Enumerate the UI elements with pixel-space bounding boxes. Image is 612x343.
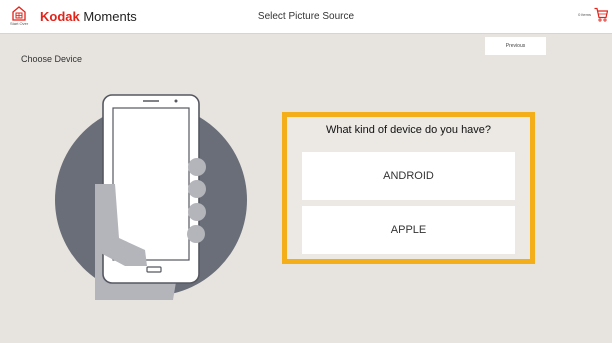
finger-1 (188, 158, 206, 176)
device-question: What kind of device do you have? (325, 124, 492, 136)
cart-icon (594, 7, 608, 22)
top-bar: Start Over Kodak Moments Select Picture … (0, 0, 612, 34)
page-title: Select Picture Source (257, 11, 355, 22)
device-choice-panel: What kind of device do you have? ANDROID… (282, 112, 535, 264)
phone-camera (174, 99, 178, 103)
android-button[interactable]: ANDROID (302, 152, 515, 200)
finger-3 (188, 203, 206, 221)
finger-2 (188, 180, 206, 198)
phone-in-hand-illustration (55, 94, 247, 300)
finger-4 (187, 225, 205, 243)
cart-button[interactable]: 0 items (578, 7, 608, 22)
cart-count: 0 items (578, 12, 591, 17)
page-heading: Choose Device (21, 54, 83, 64)
apple-button[interactable]: APPLE (302, 206, 515, 254)
phone-screen (112, 107, 190, 261)
previous-button[interactable]: Previous (485, 37, 546, 55)
